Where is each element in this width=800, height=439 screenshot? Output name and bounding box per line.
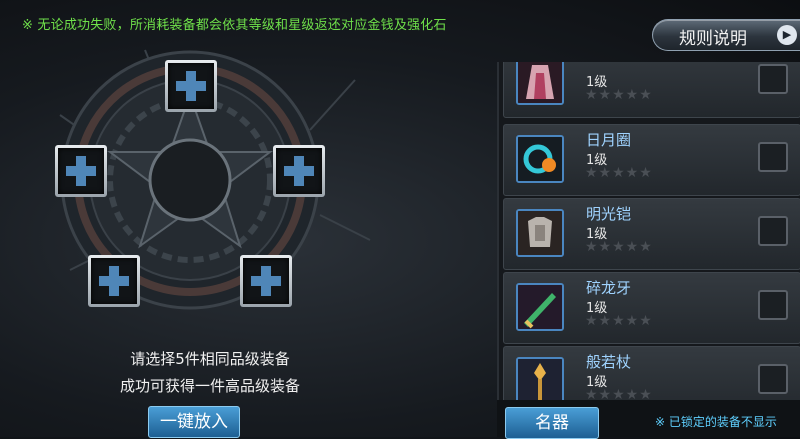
fusion-altar [40,40,430,340]
equipment-slot-4[interactable] [88,255,140,307]
select-checkbox[interactable] [758,290,788,320]
star-rating: ★★★★★ [585,313,653,329]
list-item[interactable]: 1级 ★★★★★ [503,62,800,118]
plus-icon [91,258,137,304]
select-checkbox[interactable] [758,64,788,94]
robe-icon [516,62,564,105]
item-name: 碎龙牙 [586,279,632,297]
equipment-slot-2[interactable] [55,145,107,197]
plus-icon [168,63,214,109]
item-name: 明光铠 [586,205,632,223]
star-rating: ★★★★★ [585,239,653,255]
list-item[interactable]: 明光铠 1级 ★★★★★ [503,198,800,270]
lock-note: ※ 已锁定的装备不显示 [655,415,777,429]
select-checkbox[interactable] [758,364,788,394]
ring-icon [516,135,564,183]
plus-icon [276,148,322,194]
tab-treasure-gear[interactable]: 名器 [505,407,599,439]
hint-line-1: 请选择5件相同品级装备 [130,350,290,368]
list-item[interactable]: 般若杖 1级 ★★★★★ [503,346,800,400]
equipment-slot-5[interactable] [240,255,292,307]
equipment-slot-1[interactable] [165,60,217,112]
rules-button[interactable]: 规则说明 ▶ [652,19,800,51]
blade-icon [516,283,564,331]
equipment-list[interactable]: 1级 ★★★★★ 日月圈 1级 ★★★★★ 明光铠 1级 ★★★★★ 碎龙牙 1… [497,62,800,400]
star-rating: ★★★★★ [585,87,653,103]
star-rating: ★★★★★ [585,165,653,181]
plus-icon [58,148,104,194]
play-icon: ▶ [777,25,797,45]
auto-fill-button[interactable]: 一键放入 [148,406,240,438]
equipment-slot-3[interactable] [273,145,325,197]
star-rating: ★★★★★ [585,387,653,400]
armor-icon [516,209,564,257]
notice-text: ※ 无论成功失败，所消耗装备都会依其等级和星级返还对应金钱及强化石 [22,18,447,33]
hint-line-2: 成功可获得一件高品级装备 [119,377,300,395]
select-checkbox[interactable] [758,142,788,172]
staff-icon [516,357,564,400]
plus-icon [243,258,289,304]
list-item[interactable]: 碎龙牙 1级 ★★★★★ [503,272,800,344]
select-checkbox[interactable] [758,216,788,246]
list-item[interactable]: 日月圈 1级 ★★★★★ [503,124,800,196]
rules-button-label: 规则说明 [679,29,747,49]
item-name: 般若杖 [586,353,632,371]
item-name: 日月圈 [586,131,632,149]
